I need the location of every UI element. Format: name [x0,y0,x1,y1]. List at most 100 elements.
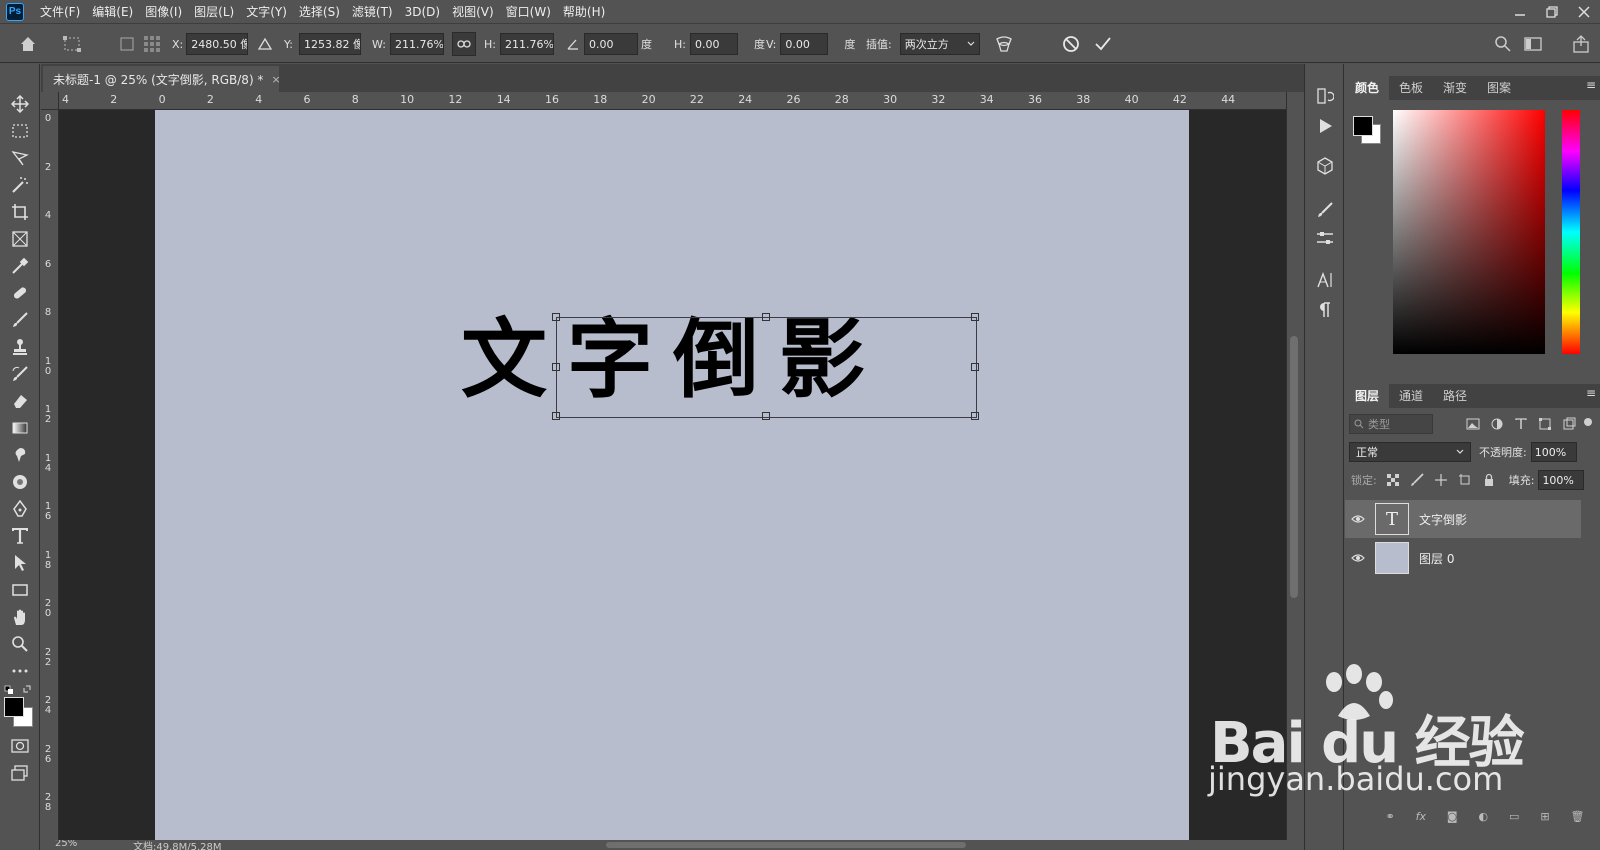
actions-panel-button[interactable] [1315,116,1335,136]
paragraph-panel-button[interactable] [1315,300,1335,320]
reference-point-locator[interactable] [142,25,162,63]
tab-layers[interactable]: 图层 [1345,384,1390,408]
dodge-tool[interactable] [8,470,32,494]
foreground-color-swatch[interactable] [4,697,24,717]
width-input[interactable]: 211.76% [389,33,444,55]
layer-row-background[interactable]: 图层 0 [1345,539,1581,577]
menu-edit[interactable]: 编辑(E) [86,0,139,24]
vertical-scrollbar[interactable] [1286,92,1300,840]
healing-brush-tool[interactable] [8,281,32,305]
tab-gradients[interactable]: 渐变 [1433,76,1477,100]
eraser-tool[interactable] [8,389,32,413]
restore-button[interactable] [1536,0,1568,24]
transform-handle-top-right[interactable] [971,313,979,321]
new-layer-icon[interactable]: ⊞ [1540,810,1549,830]
reference-point-toggle[interactable] [120,25,134,63]
menu-3d[interactable]: 3D(D) [399,0,446,24]
path-selection-tool[interactable] [8,551,32,575]
layers-panel-menu-icon[interactable]: ≡ [1586,386,1596,400]
hue-slider[interactable] [1562,110,1580,354]
clone-stamp-tool[interactable] [8,335,32,359]
transform-handle-bottom[interactable] [762,412,770,420]
vertical-ruler[interactable]: 0 2 4 6 8 1 0 1 2 1 4 1 6 1 8 2 0 2 2 2 4 2 6 2 8 [41,110,59,840]
horizontal-ruler[interactable]: 4 2 0 2 4 6 8 10 12 14 16 18 20 22 24 26 28 30 32 34 36 38 40 4… [59,92,1286,110]
menu-type[interactable]: 文字(Y) [240,0,293,24]
pen-tool[interactable] [8,497,32,521]
blend-mode-select[interactable]: 正常 [1349,442,1471,462]
history-brush-tool[interactable] [8,362,32,386]
menu-select[interactable]: 选择(S) [293,0,346,24]
3d-panel-button[interactable] [1315,156,1335,176]
filter-shape-button[interactable] [1533,414,1557,434]
lock-transparency-button[interactable] [1381,470,1405,490]
menu-filter[interactable]: 滤镜(T) [346,0,399,24]
folder-icon[interactable]: ▭ [1509,810,1519,830]
eyedropper-tool[interactable] [8,254,32,278]
skew-v-input[interactable]: 0.00 [780,33,829,55]
lock-position-button[interactable] [1429,470,1453,490]
rotation-input[interactable]: 0.00 [584,33,638,55]
layer-visibility-toggle[interactable] [1345,551,1371,565]
adjustment-icon[interactable]: ◐ [1479,810,1489,830]
move-tool[interactable] [8,92,32,116]
lock-pixels-button[interactable] [1405,470,1429,490]
quick-mask-button[interactable] [8,734,32,758]
menu-help[interactable]: 帮助(H) [557,0,611,24]
close-window-button[interactable] [1568,0,1600,24]
layer-visibility-toggle[interactable] [1345,512,1371,526]
menu-image[interactable]: 图像(I) [139,0,188,24]
character-panel-button[interactable] [1315,270,1335,290]
crop-tool[interactable] [8,200,32,224]
warp-mode-button[interactable] [994,25,1014,63]
transform-handle-top-left[interactable] [552,313,560,321]
transform-handle-bottom-right[interactable] [971,412,979,420]
tab-patterns[interactable]: 图案 [1477,76,1521,100]
fx-icon[interactable]: fx [1416,810,1426,830]
tab-paths[interactable]: 路径 [1433,384,1477,408]
workspace-button[interactable] [1524,25,1542,63]
layer-kind-filter[interactable]: 类型 [1349,414,1433,434]
trash-icon[interactable]: 🗑 [1571,810,1585,830]
frame-tool[interactable] [8,227,32,251]
lasso-tool[interactable] [8,146,32,170]
filter-toggle-button[interactable] [1581,414,1595,434]
screen-mode-button[interactable] [8,761,32,785]
filter-type-button[interactable] [1509,414,1533,434]
menu-window[interactable]: 窗口(W) [500,0,557,24]
skew-h-input[interactable]: 0.00 [689,33,738,55]
interpolation-select[interactable]: 两次立方 [899,33,980,55]
filter-smart-object-button[interactable] [1557,414,1581,434]
relative-position-toggle[interactable] [258,25,272,63]
adjustments-panel-button[interactable] [1315,228,1335,248]
maintain-aspect-ratio-button[interactable] [452,25,476,63]
ruler-corner[interactable] [41,92,59,110]
fill-input[interactable]: 100% [1538,470,1585,490]
x-position-input[interactable]: 2480.50 像 [186,33,249,55]
mask-icon[interactable]: ◙ [1447,810,1458,830]
filter-adjustment-button[interactable] [1485,414,1509,434]
transform-handle-right[interactable] [971,363,979,371]
menu-file[interactable]: 文件(F) [34,0,86,24]
zoom-level[interactable]: 25% [55,840,77,849]
link-icon[interactable]: ⚭ [1385,810,1394,830]
share-button[interactable] [1572,25,1590,63]
document-tab[interactable]: 未标题-1 @ 25% (文字倒影, RGB/8) * × [43,66,281,92]
transform-handle-left[interactable] [552,363,560,371]
cancel-transform-button[interactable] [1062,25,1080,63]
filter-pixel-button[interactable] [1461,414,1485,434]
horizontal-scroll-thumb[interactable] [606,842,966,848]
magic-wand-tool[interactable] [8,173,32,197]
document-canvas[interactable]: 文字倒影 [155,110,1189,840]
opacity-input[interactable]: 100% [1530,442,1577,462]
transform-bounding-box[interactable] [552,313,979,420]
tab-color[interactable]: 颜色 [1345,76,1390,100]
menu-layer[interactable]: 图层(L) [188,0,240,24]
zoom-tool[interactable] [8,632,32,656]
brush-settings-panel-button[interactable] [1315,200,1335,220]
menu-view[interactable]: 视图(V) [446,0,500,24]
commit-transform-button[interactable] [1094,25,1112,63]
y-position-input[interactable]: 1253.82 像 [298,33,361,55]
close-tab-icon[interactable]: × [271,73,280,86]
color-picker-field[interactable] [1393,110,1545,354]
document-info[interactable]: 文档:49.8M/5.28M [133,840,222,850]
